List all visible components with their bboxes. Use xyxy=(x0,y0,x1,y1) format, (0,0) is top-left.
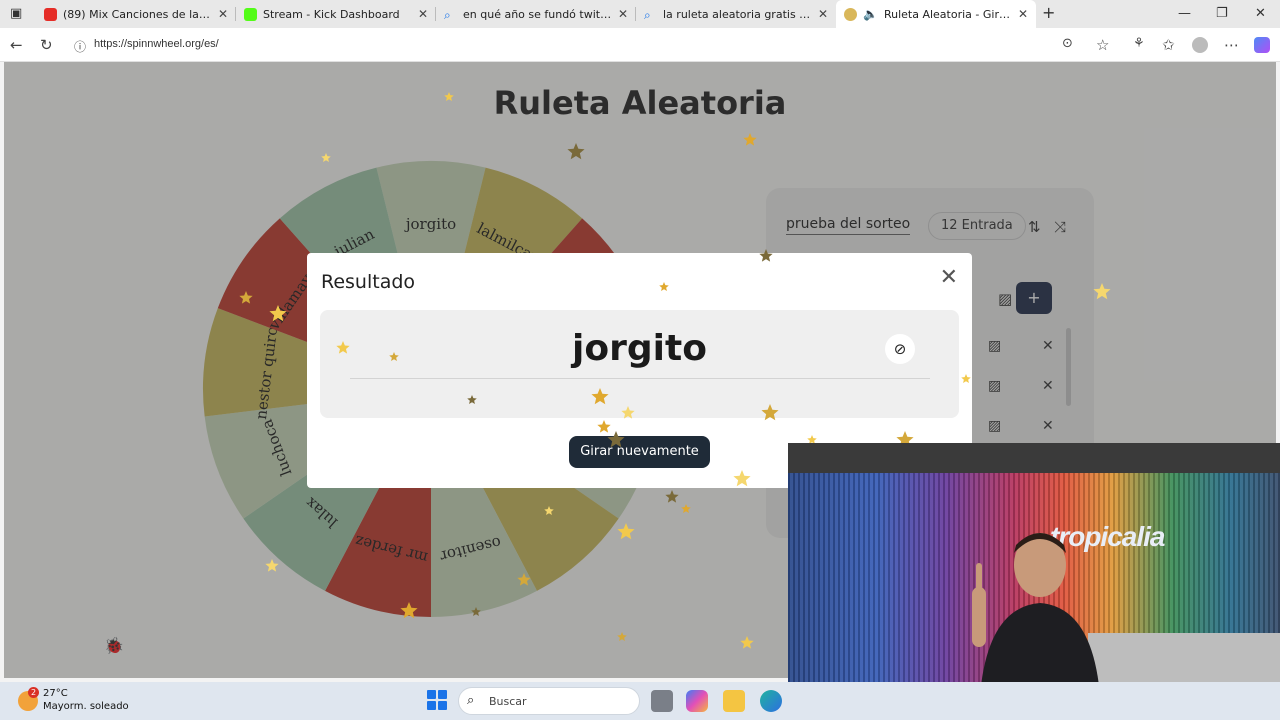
close-icon[interactable]: ✕ xyxy=(618,7,628,21)
weather-description[interactable]: Mayorm. soleado xyxy=(43,701,129,712)
streamer-silhouette xyxy=(972,533,1099,683)
hide-eye-icon[interactable]: ⊘ xyxy=(885,334,915,364)
tab-label: la ruleta aleatoria gratis - Búsque xyxy=(663,7,812,21)
result-box: jorgito ⊘ xyxy=(320,310,959,418)
tab-youtube[interactable]: (89) Mix Canciones de la Albirroja ✕ xyxy=(36,0,236,28)
browser-toolbar: ← ↻ ⓘ https://spinnwheel.org/es/ ⊙ ☆ ⚘ ✩… xyxy=(0,28,1280,62)
more-icon[interactable]: ⋯ xyxy=(1224,36,1239,54)
close-icon[interactable]: ✕ xyxy=(1018,7,1028,21)
weather-temperature[interactable]: 27°C xyxy=(43,688,68,699)
webcam-overlay: tropicalia xyxy=(788,443,1280,683)
search-icon: ⌕ xyxy=(444,7,451,22)
favorites-icon[interactable]: ✩ xyxy=(1162,36,1175,54)
task-view-icon[interactable] xyxy=(651,690,673,712)
tab-label: en qué año se fundó twitch - Bús xyxy=(463,7,612,21)
close-icon[interactable]: ✕ xyxy=(818,7,828,21)
extension-icon[interactable]: ⚘ xyxy=(1133,36,1145,51)
window-close-icon[interactable]: ✕ xyxy=(1255,6,1266,21)
site-info-icon[interactable]: ⓘ xyxy=(74,38,86,55)
address-bar[interactable]: https://spinnwheel.org/es/ xyxy=(94,38,219,50)
tab-actions-icon[interactable]: ▣ xyxy=(10,6,22,21)
search-icon: ⌕ xyxy=(467,693,475,708)
tab-search-twitch[interactable]: ⌕ en qué año se fundó twitch - Bús ✕ xyxy=(436,0,636,28)
maximize-icon[interactable]: ❐ xyxy=(1216,6,1228,21)
kick-icon xyxy=(244,7,257,21)
file-explorer-icon[interactable] xyxy=(723,690,745,712)
tab-label: Ruleta Aleatoria - Gira la Rul xyxy=(883,7,1012,21)
back-icon[interactable]: ← xyxy=(10,36,23,54)
winner-name: jorgito xyxy=(572,328,707,369)
reader-icon[interactable]: ⊙ xyxy=(1062,36,1073,51)
notification-badge: 2 xyxy=(28,687,39,698)
search-placeholder: Buscar xyxy=(489,695,527,708)
youtube-icon xyxy=(44,7,57,21)
edge-browser-icon[interactable] xyxy=(760,690,782,712)
tab-kick[interactable]: Stream - Kick Dashboard ✕ xyxy=(236,0,436,28)
modal-title: Resultado xyxy=(321,271,416,293)
wheel-icon xyxy=(844,7,857,21)
copilot-app-icon[interactable] xyxy=(686,690,708,712)
tab-ruleta-active[interactable]: 🔈 Ruleta Aleatoria - Gira la Rul ✕ xyxy=(836,0,1036,28)
close-icon[interactable]: ✕ xyxy=(218,7,228,21)
search-icon: ⌕ xyxy=(644,7,651,22)
tab-label: Stream - Kick Dashboard xyxy=(263,7,400,21)
new-tab-icon[interactable]: + xyxy=(1042,3,1055,22)
tab-label: (89) Mix Canciones de la Albirroja xyxy=(63,7,212,21)
start-button[interactable] xyxy=(427,690,447,710)
profile-avatar[interactable] xyxy=(1192,37,1208,53)
close-icon[interactable]: ✕ xyxy=(940,265,958,290)
tab-search-ruleta[interactable]: ⌕ la ruleta aleatoria gratis - Búsque ✕ xyxy=(636,0,836,28)
close-icon[interactable]: ✕ xyxy=(418,7,428,21)
favorite-star-icon[interactable]: ☆ xyxy=(1096,36,1109,54)
divider xyxy=(350,378,930,379)
tab-bar: ▣ (89) Mix Canciones de la Albirroja ✕ S… xyxy=(0,0,1280,28)
taskbar-search[interactable]: ⌕ Buscar xyxy=(458,687,640,715)
speaker-icon[interactable]: 🔈 xyxy=(863,7,878,21)
copilot-icon[interactable] xyxy=(1254,37,1270,53)
windows-taskbar: 2 27°C Mayorm. soleado ⌕ Buscar xyxy=(0,682,1280,720)
spin-again-button[interactable]: Girar nuevamente xyxy=(569,436,710,468)
minimize-icon[interactable]: — xyxy=(1178,6,1191,21)
reload-icon[interactable]: ↻ xyxy=(40,36,53,54)
